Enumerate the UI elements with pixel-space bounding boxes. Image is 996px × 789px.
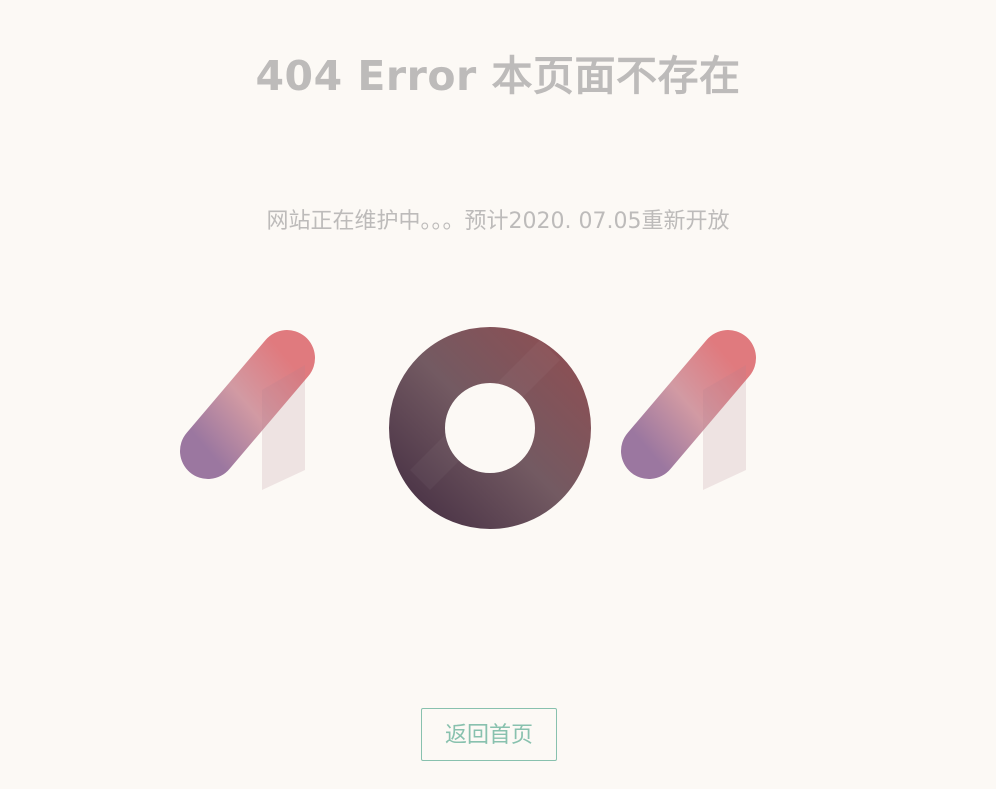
digit-four-left xyxy=(180,330,358,534)
digit-zero xyxy=(389,327,591,529)
404-illustration xyxy=(180,327,799,534)
back-home-button[interactable]: 返回首页 xyxy=(421,708,557,761)
digit-four-right xyxy=(621,330,799,534)
error-page: 404 Error 本页面不存在 网站正在维护中。。。预计2020. 07.05… xyxy=(0,0,996,789)
